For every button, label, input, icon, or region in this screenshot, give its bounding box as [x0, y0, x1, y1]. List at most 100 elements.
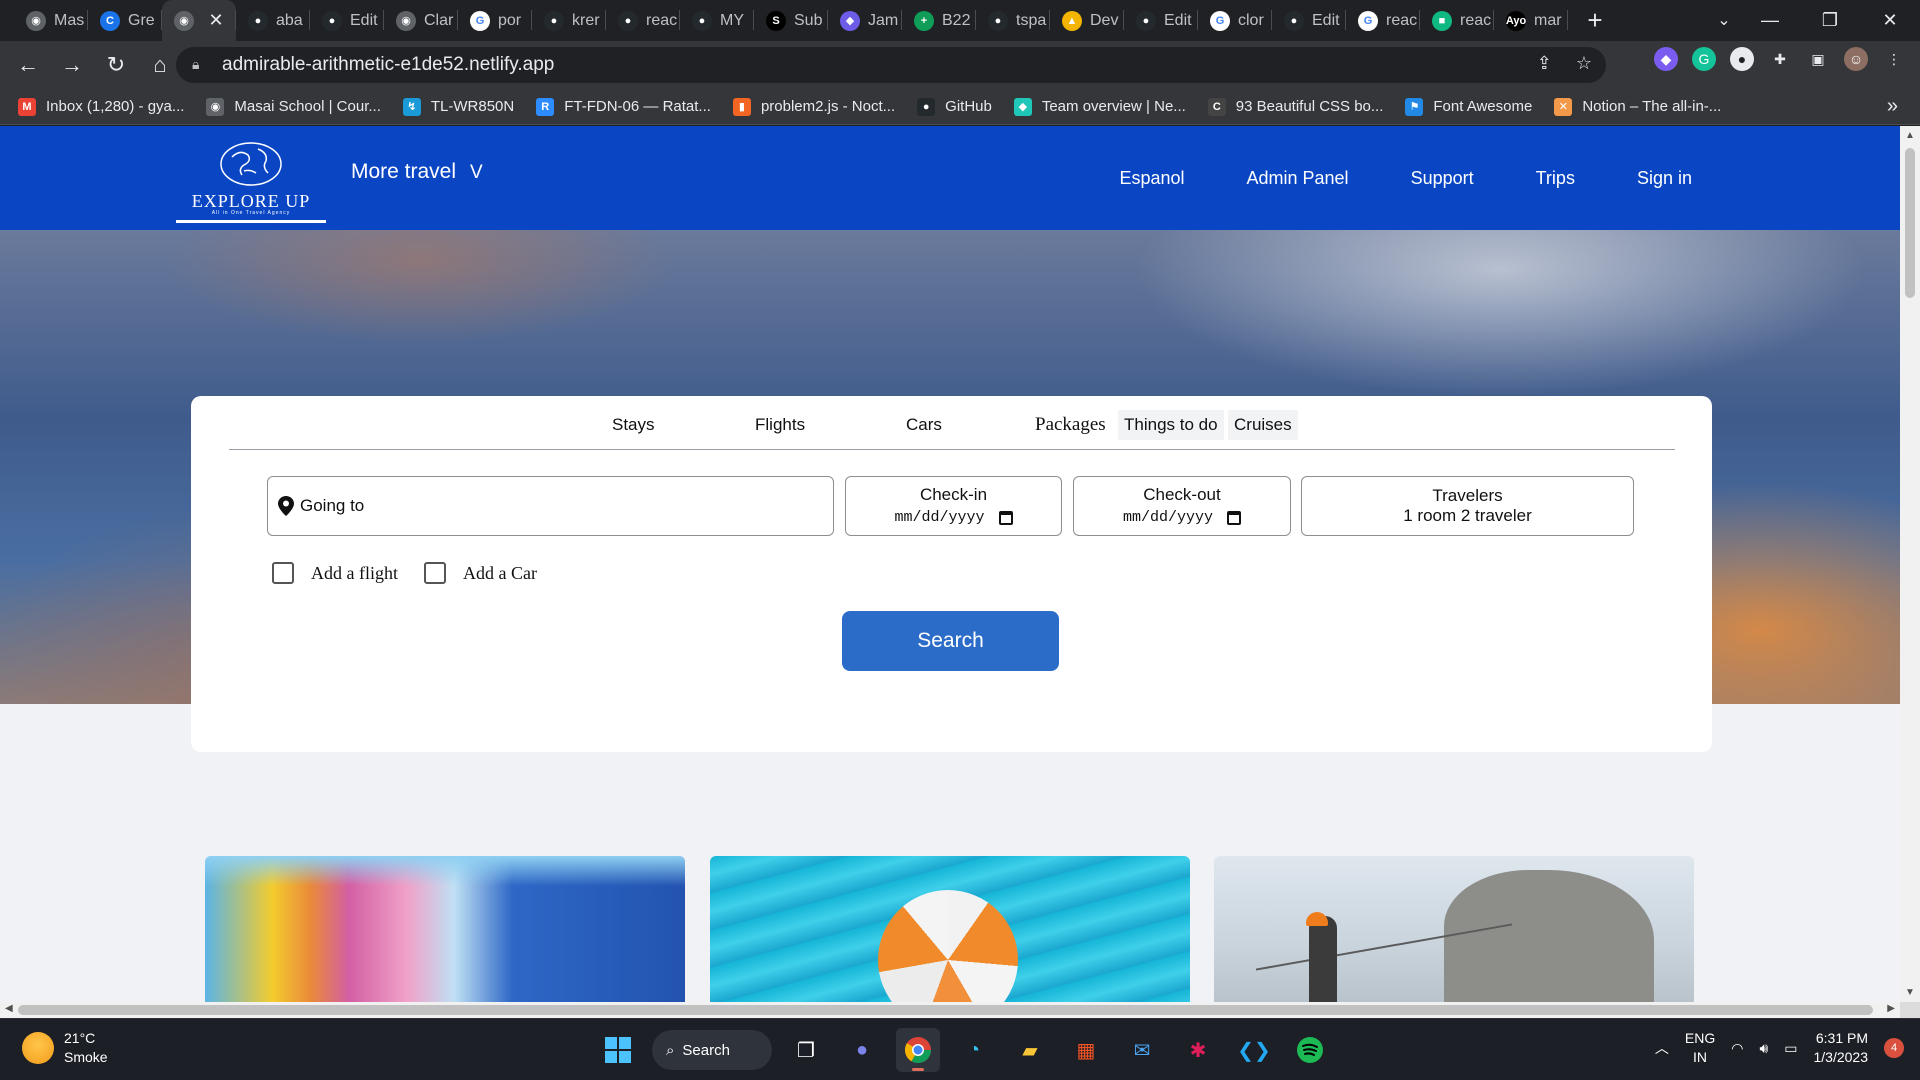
grammarly-icon[interactable]: G [1692, 47, 1716, 71]
edge-icon[interactable]: ◔ [952, 1028, 996, 1072]
file-explorer-icon[interactable]: ▰ [1008, 1028, 1052, 1072]
tab-close-icon[interactable]: ✕ [206, 10, 226, 30]
browser-tab[interactable]: + B22 [902, 0, 976, 41]
check-in-field[interactable]: Check-in mm/dd/yyyy [845, 476, 1062, 536]
browser-tab[interactable]: ● aba [236, 0, 310, 41]
mail-icon[interactable]: ✉ [1120, 1028, 1164, 1072]
close-window-icon[interactable]: ✕ [1860, 0, 1920, 41]
vertical-scroll-thumb[interactable] [1905, 148, 1915, 298]
horizontal-scrollbar[interactable]: ◀ ▶ [0, 1002, 1900, 1018]
bookmarks-overflow-icon[interactable]: » [1887, 95, 1898, 118]
lock-icon[interactable]: 🔒︎ [192, 56, 208, 74]
nav-sign-in[interactable]: Sign in [1637, 168, 1692, 189]
add-flight-checkbox[interactable] [272, 562, 294, 584]
volume-icon[interactable]: 🔊︎ [1759, 1040, 1768, 1057]
wifi-icon[interactable]: ◠ [1731, 1040, 1743, 1057]
tab-flights[interactable]: Flights [755, 410, 805, 440]
menu-kebab-icon[interactable]: ⋮ [1882, 47, 1906, 71]
bookmark-item[interactable]: ◆ Team overview | Ne... [1013, 97, 1186, 116]
extensions-puzzle-icon[interactable]: ✚ [1768, 47, 1792, 71]
browser-tab[interactable]: ◉ Mas [14, 0, 88, 41]
bookmark-item[interactable]: ↯ TL-WR850N [402, 97, 514, 116]
browser-tab[interactable]: ● Edit [1272, 0, 1346, 41]
browser-tab[interactable]: ● krer [532, 0, 606, 41]
browser-tab[interactable]: Ayo mar [1494, 0, 1568, 41]
calendar-icon[interactable] [1227, 510, 1241, 525]
extension-circle-icon[interactable]: ● [1730, 47, 1754, 71]
horizontal-scroll-thumb[interactable] [18, 1005, 1873, 1015]
bookmark-item[interactable]: R FT-FDN-06 — Ratat... [536, 97, 711, 116]
tab-cars[interactable]: Cars [906, 410, 942, 440]
browser-tab[interactable]: ◉ Clar [384, 0, 458, 41]
tab-cruises[interactable]: Cruises [1228, 410, 1298, 440]
taskbar-search[interactable]: ⌕ Search [652, 1030, 772, 1070]
extension-purple-icon[interactable]: ◆ [1654, 47, 1678, 71]
bookmark-item[interactable]: ● GitHub [917, 97, 992, 116]
browser-tab[interactable]: ● Edit [310, 0, 384, 41]
new-tab-plus-icon[interactable]: + [1578, 4, 1612, 38]
scroll-down-arrow-icon[interactable]: ▼ [1905, 987, 1915, 998]
bookmark-item[interactable]: ◉ Masai School | Cour... [206, 97, 381, 116]
tray-overflow-chevron-icon[interactable]: ︿ [1655, 1038, 1669, 1058]
forward-icon[interactable]: → [52, 45, 92, 85]
check-out-field[interactable]: Check-out mm/dd/yyyy [1073, 476, 1291, 536]
add-flight-label[interactable]: Add a flight [311, 563, 398, 584]
browser-tab[interactable]: Gclor [1198, 0, 1272, 41]
browser-tab[interactable]: Gpor [458, 0, 532, 41]
weather-widget[interactable]: 21°C Smoke [22, 1029, 108, 1067]
notification-badge[interactable]: 4 [1884, 1038, 1904, 1058]
bookmark-item[interactable]: ✕ Notion – The all-in-... [1554, 97, 1721, 116]
spotify-icon[interactable] [1288, 1028, 1332, 1072]
site-logo[interactable]: EXPLORE UP All in One Travel Agency [176, 141, 326, 223]
start-windows-icon[interactable] [596, 1028, 640, 1072]
chrome-icon[interactable] [896, 1028, 940, 1072]
browser-tab[interactable]: ● reac [606, 0, 680, 41]
browser-tab[interactable]: ● MY [680, 0, 754, 41]
browser-tab[interactable]: ▲ Dev [1050, 0, 1124, 41]
scroll-left-arrow-icon[interactable]: ◀ [5, 1003, 13, 1014]
browser-tab[interactable]: ● Edit [1124, 0, 1198, 41]
tab-things-to-do[interactable]: Things to do [1118, 410, 1224, 440]
browser-tab[interactable]: Greac [1346, 0, 1420, 41]
destination-card-colorful-houses[interactable] [205, 856, 685, 1002]
battery-icon[interactable]: ▭ [1784, 1040, 1797, 1057]
side-panel-icon[interactable]: ▣ [1806, 47, 1830, 71]
back-icon[interactable]: ← [8, 45, 48, 85]
travelers-field[interactable]: Travelers 1 room 2 traveler [1301, 476, 1634, 536]
browser-tab-active[interactable]: ◉ ✕ [162, 0, 236, 41]
going-to-input[interactable]: Going to [267, 476, 834, 536]
bookmark-item[interactable]: M Inbox (1,280) - gya... [18, 97, 184, 116]
destination-card-rope-bridge[interactable] [1214, 856, 1694, 1002]
microsoft-store-icon[interactable]: ▦ [1064, 1028, 1108, 1072]
browser-tab[interactable]: ■ reac [1420, 0, 1494, 41]
search-button[interactable]: Search [842, 611, 1059, 671]
reload-icon[interactable]: ↻ [96, 45, 136, 85]
tab-stays[interactable]: Stays [612, 410, 655, 440]
browser-tab[interactable]: ◆ Jam [828, 0, 902, 41]
share-icon[interactable]: ⇪ [1537, 53, 1552, 74]
bookmark-item[interactable]: ⚑ Font Awesome [1405, 97, 1532, 116]
scroll-right-arrow-icon[interactable]: ▶ [1887, 1003, 1895, 1014]
add-car-checkbox[interactable] [424, 562, 446, 584]
nav-support[interactable]: Support [1411, 168, 1474, 189]
vertical-scrollbar[interactable]: ▲ ▼ [1900, 126, 1920, 1002]
more-travel-dropdown[interactable]: More travel V [351, 160, 483, 184]
tab-packages[interactable]: Packages [1035, 410, 1106, 440]
bookmark-item[interactable]: ▮ problem2.js - Noct... [732, 97, 895, 116]
add-car-label[interactable]: Add a Car [463, 563, 537, 584]
nav-admin-panel[interactable]: Admin Panel [1247, 168, 1349, 189]
task-view-icon[interactable]: ❐ [784, 1028, 828, 1072]
teams-chat-icon[interactable]: ● [840, 1028, 884, 1072]
profile-avatar[interactable]: ☺ [1844, 47, 1868, 71]
nav-espanol[interactable]: Espanol [1119, 168, 1184, 189]
slack-icon[interactable]: ✱ [1176, 1028, 1220, 1072]
vscode-icon[interactable]: ❮❯ [1232, 1028, 1276, 1072]
bookmark-item[interactable]: C 93 Beautiful CSS bo... [1207, 97, 1383, 116]
browser-tab[interactable]: S Sub [754, 0, 828, 41]
bookmark-star-icon[interactable]: ☆ [1576, 53, 1592, 74]
scroll-up-arrow-icon[interactable]: ▲ [1905, 130, 1915, 141]
tab-search-chevron-icon[interactable]: ⌄ [1710, 7, 1738, 35]
clock[interactable]: 6:31 PM 1/3/2023 [1814, 1029, 1869, 1067]
nav-trips[interactable]: Trips [1536, 168, 1575, 189]
destination-card-pool-beach-ball[interactable] [710, 856, 1190, 1002]
